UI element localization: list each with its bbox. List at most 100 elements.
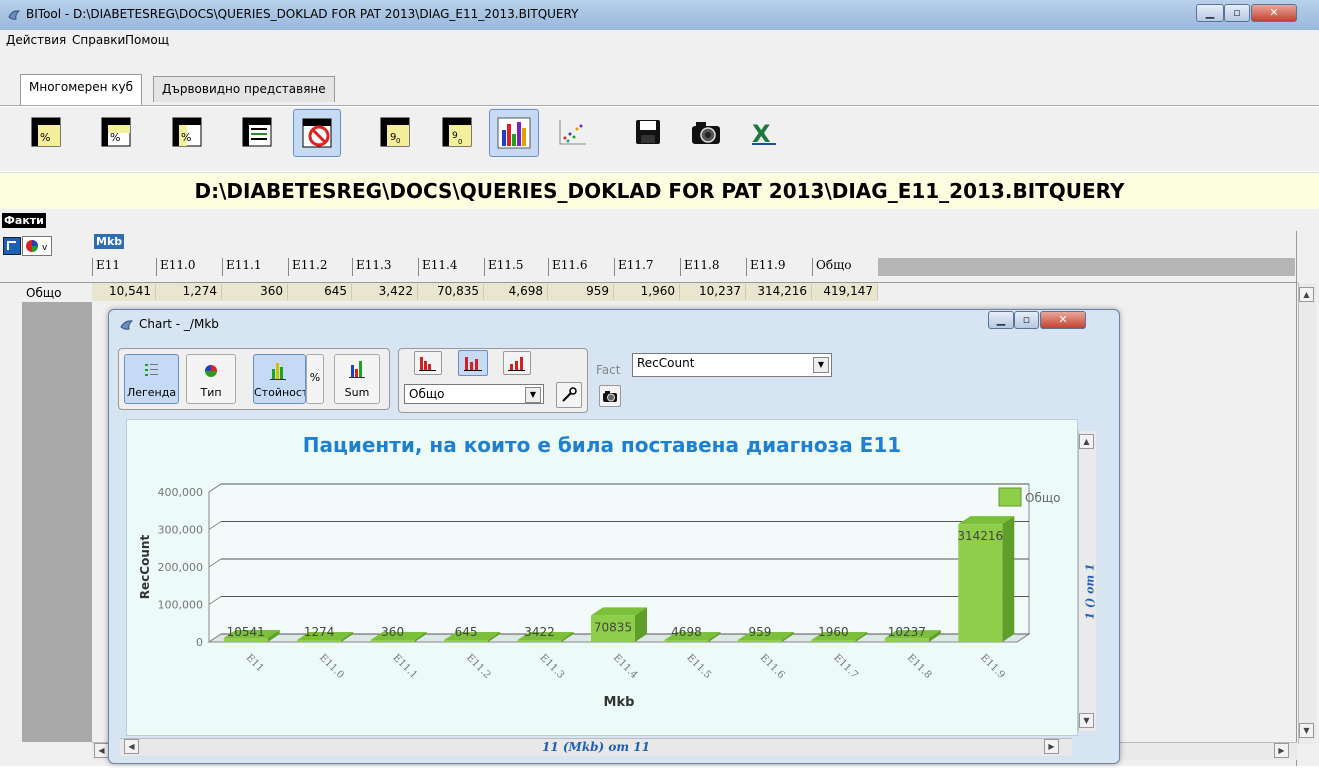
percent-columns-icon[interactable]: % — [167, 112, 207, 152]
chart-scroll-up-icon[interactable]: ▲ — [1079, 434, 1094, 449]
facts-label[interactable]: Факти — [2, 213, 46, 228]
bar-style-3-icon[interactable] — [503, 351, 531, 375]
fact-select-value: RecCount — [637, 356, 695, 370]
data-label: 10237 — [888, 625, 926, 639]
number-format-icon[interactable]: 90 — [375, 112, 415, 152]
bottom-pager-text: 11 (Mkb) от 11 — [542, 740, 650, 754]
maximize-button[interactable]: ▫ — [1224, 4, 1250, 22]
column-header[interactable]: E11 — [92, 258, 156, 276]
column-header[interactable]: E11.0 — [156, 258, 222, 276]
legend-button[interactable]: Легенда — [124, 354, 179, 404]
data-label: 360 — [381, 625, 404, 639]
excel-export-icon[interactable]: X — [744, 112, 784, 152]
chart-maximize-button[interactable]: ▫ — [1014, 311, 1039, 329]
value-cell[interactable]: 645 — [288, 284, 352, 300]
column-header[interactable]: E11.5 — [484, 258, 548, 276]
chart-scroll-down-icon[interactable]: ▼ — [1079, 713, 1094, 728]
main-scroll-right-icon[interactable]: ▶ — [1274, 743, 1289, 758]
main-scroll-left-icon[interactable]: ◀ — [94, 743, 109, 758]
chart-type-button[interactable]: Тип — [186, 354, 236, 404]
title-bar: BITool - D:\DIABETESREG\DOCS\QUERIES_DOK… — [0, 0, 1319, 31]
tab-multidimensional-cube[interactable]: Многомерен куб — [20, 74, 143, 105]
row-label-total: Общо — [26, 286, 62, 300]
percent-table-icon[interactable]: % — [26, 112, 66, 152]
data-label: 1274 — [304, 625, 335, 639]
fact-select[interactable]: RecCount ▼ — [632, 353, 832, 377]
column-header[interactable]: E11.8 — [680, 258, 746, 276]
data-label: 4698 — [671, 625, 702, 639]
column-header[interactable]: E11.3 — [352, 258, 418, 276]
bar — [737, 640, 782, 642]
percent-button[interactable]: % — [306, 354, 324, 404]
x-tick-label: E11.8 — [905, 652, 934, 681]
column-header[interactable]: E11.2 — [288, 258, 352, 276]
bar-side — [1002, 516, 1015, 642]
camera-icon[interactable] — [686, 112, 726, 152]
column-header[interactable]: E11.6 — [548, 258, 614, 276]
value-cell[interactable]: 3,422 — [352, 284, 418, 300]
x-tick-label: E11 — [244, 652, 266, 674]
series-select-arrow-icon[interactable]: ▼ — [525, 387, 541, 403]
value-cell[interactable]: 360 — [222, 284, 288, 300]
grid-corner-blank — [22, 258, 92, 282]
save-icon[interactable] — [628, 112, 668, 152]
value-cell[interactable]: 4,698 — [484, 284, 548, 300]
values-button[interactable]: Стойности — [253, 354, 306, 404]
chart-camera-icon[interactable] — [599, 385, 621, 407]
main-scroll-down-icon[interactable]: ▼ — [1299, 723, 1314, 738]
column-header[interactable]: Общо — [812, 258, 878, 276]
bar — [444, 640, 489, 642]
y-tick-label: 200,000 — [158, 561, 204, 574]
decimal-format-icon[interactable]: 90 — [437, 112, 477, 152]
value-cell[interactable]: 314,216 — [746, 284, 812, 300]
menu-help[interactable]: Помощ — [125, 33, 169, 47]
header-filler — [878, 258, 1295, 276]
value-cell[interactable]: 10,237 — [680, 284, 746, 300]
x-tick-label: E11.7 — [831, 652, 860, 681]
bar-chart: Пациенти, на които е била поставена диаг… — [138, 433, 1061, 710]
chart-minimize-button[interactable]: ▁ — [988, 311, 1014, 329]
column-header[interactable]: E11.9 — [746, 258, 812, 276]
column-header[interactable]: E11.4 — [418, 258, 484, 276]
hide-zeros-icon[interactable] — [293, 109, 341, 157]
tab-tree-view[interactable]: Дървовидно представяне — [153, 76, 335, 102]
x-tick-label: E11.9 — [978, 652, 1007, 681]
bar-style-2-icon[interactable] — [458, 350, 488, 376]
chart-close-button[interactable]: ✕ — [1040, 311, 1086, 329]
percent-rows-icon[interactable]: % — [96, 112, 136, 152]
fact-select-arrow-icon[interactable]: ▼ — [813, 357, 829, 373]
close-button[interactable]: ✕ — [1251, 4, 1297, 22]
value-cell[interactable]: 70,835 — [418, 284, 484, 300]
column-header[interactable]: E11.7 — [614, 258, 680, 276]
bar-chart-icon[interactable] — [489, 109, 539, 157]
svg-text:0: 0 — [396, 137, 400, 145]
color-picker-icon[interactable] — [556, 382, 582, 408]
side-pager: 1 () от 1 — [1080, 540, 1097, 650]
column-header[interactable]: E11.1 — [222, 258, 288, 276]
x-tick-label: E11.5 — [684, 652, 713, 681]
value-cell[interactable]: 959 — [548, 284, 614, 300]
main-vertical-scrollbar[interactable] — [1298, 283, 1316, 744]
value-cell[interactable]: 1,960 — [614, 284, 680, 300]
minimize-button[interactable]: ▁ — [1196, 4, 1224, 22]
pivot-corner-icon[interactable] — [3, 237, 21, 255]
chart-type-toggle-icon[interactable]: v — [22, 236, 52, 256]
sort-table-icon[interactable] — [237, 112, 277, 152]
x-tick-label: E11.6 — [758, 652, 787, 681]
main-scroll-up-icon[interactable]: ▲ — [1299, 287, 1314, 302]
value-cell[interactable]: 1,274 — [156, 284, 222, 300]
x-tick-label: E11.1 — [391, 652, 420, 681]
menu-actions[interactable]: Действия — [6, 33, 66, 47]
sum-button[interactable]: Sum — [334, 354, 380, 404]
svg-text:%: % — [181, 131, 191, 144]
dimension-label-mkb[interactable]: Mkb — [94, 234, 125, 249]
bar-style-1-icon[interactable] — [414, 351, 442, 375]
scatter-chart-icon[interactable] — [552, 112, 592, 152]
menu-reports[interactable]: Справки — [72, 33, 125, 47]
value-cell[interactable]: 10,541 — [92, 284, 156, 300]
value-cell[interactable]: 419,147 — [812, 284, 878, 300]
data-label: 959 — [748, 625, 771, 639]
series-select[interactable]: Общо ▼ — [404, 384, 544, 404]
data-label: 645 — [455, 625, 478, 639]
app-icon — [7, 8, 21, 22]
